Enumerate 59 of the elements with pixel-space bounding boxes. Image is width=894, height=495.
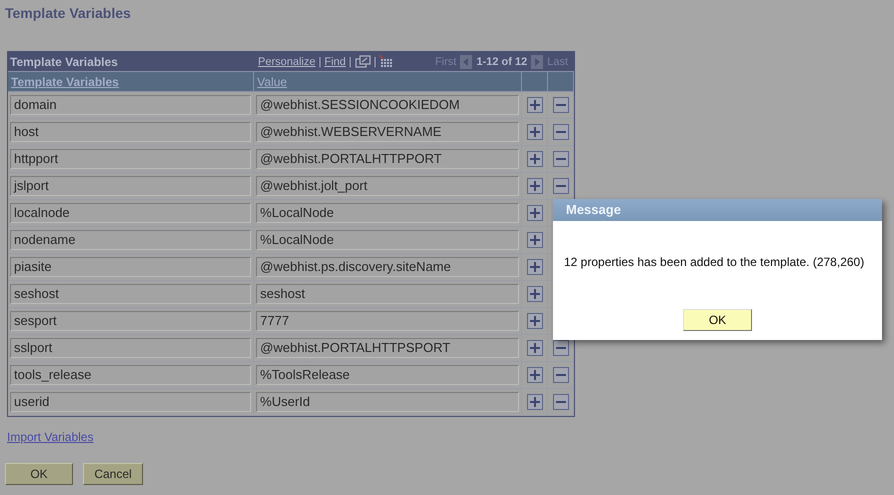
- value-field[interactable]: 7777: [256, 311, 520, 331]
- add-row-icon[interactable]: [526, 313, 543, 329]
- add-row-icon[interactable]: [526, 286, 543, 302]
- delete-row-icon[interactable]: [552, 394, 569, 410]
- add-row-icon[interactable]: [526, 151, 543, 167]
- name-field[interactable]: tools_release: [10, 365, 252, 385]
- page-button[interactable]: OK: [5, 463, 73, 485]
- value-field[interactable]: @webhist.SESSIONCOOKIEDOM: [256, 95, 520, 115]
- import-variables-link[interactable]: Import Variables: [7, 430, 94, 444]
- separator-text: |: [374, 56, 376, 68]
- delete-row-icon[interactable]: [552, 124, 569, 140]
- value-field[interactable]: @webhist.PORTALHTTPPORT: [256, 149, 520, 169]
- grid-link[interactable]: Find: [324, 56, 346, 68]
- add-row-icon[interactable]: [526, 124, 543, 140]
- add-row-icon[interactable]: [526, 178, 543, 194]
- name-field[interactable]: domain: [10, 95, 252, 115]
- add-row-icon[interactable]: [526, 205, 543, 221]
- add-row-icon[interactable]: [526, 367, 543, 383]
- add-row-icon[interactable]: [526, 97, 543, 113]
- add-row-icon[interactable]: [526, 394, 543, 410]
- name-field[interactable]: httpport: [10, 149, 252, 169]
- page-range: 1-12 of 12: [476, 56, 528, 68]
- value-field[interactable]: @webhist.jolt_port: [256, 176, 520, 196]
- delete-row-icon[interactable]: [552, 97, 569, 113]
- name-field[interactable]: userid: [10, 392, 252, 412]
- value-field[interactable]: %LocalNode: [256, 230, 520, 250]
- grid-link[interactable]: Personalize: [258, 56, 316, 68]
- add-row-icon[interactable]: [526, 232, 543, 248]
- value-field[interactable]: @webhist.ps.discovery.siteName: [256, 257, 520, 277]
- delete-row-icon[interactable]: [552, 367, 569, 383]
- value-field[interactable]: %ToolsRelease: [256, 365, 520, 385]
- dialog-message: 12 properties has been added to the template. (278,260): [563, 255, 866, 269]
- name-field[interactable]: localnode: [10, 203, 252, 223]
- add-row-icon[interactable]: [526, 259, 543, 275]
- add-row-icon[interactable]: [526, 340, 543, 356]
- name-field[interactable]: sesport: [10, 311, 252, 331]
- dialog-title: Message: [553, 199, 882, 221]
- ok-button[interactable]: OK: [683, 309, 752, 331]
- grid-icon[interactable]: [379, 54, 394, 68]
- value-field[interactable]: %UserId: [256, 392, 520, 412]
- name-field[interactable]: sslport: [10, 338, 252, 358]
- name-field[interactable]: seshost: [10, 284, 252, 304]
- name-field[interactable]: host: [10, 122, 252, 142]
- separator-text: |: [318, 56, 322, 68]
- new-window-icon[interactable]: [354, 54, 371, 68]
- separator-text: |: [348, 56, 352, 68]
- grid-title: Template Variables: [10, 54, 119, 68]
- page-title: Template Variables: [5, 5, 131, 21]
- name-field[interactable]: nodename: [10, 230, 252, 250]
- value-field[interactable]: @webhist.WEBSERVERNAME: [256, 122, 520, 142]
- value-field[interactable]: seshost: [256, 284, 520, 304]
- delete-row-icon[interactable]: [552, 151, 569, 167]
- name-field[interactable]: piasite: [10, 257, 252, 277]
- delete-row-icon[interactable]: [552, 178, 569, 194]
- value-field[interactable]: %LocalNode: [256, 203, 520, 223]
- value-field[interactable]: @webhist.PORTALHTTPSPORT: [256, 338, 520, 358]
- name-field[interactable]: jslport: [10, 176, 252, 196]
- delete-row-icon[interactable]: [552, 340, 569, 356]
- page-button[interactable]: Cancel: [83, 463, 143, 485]
